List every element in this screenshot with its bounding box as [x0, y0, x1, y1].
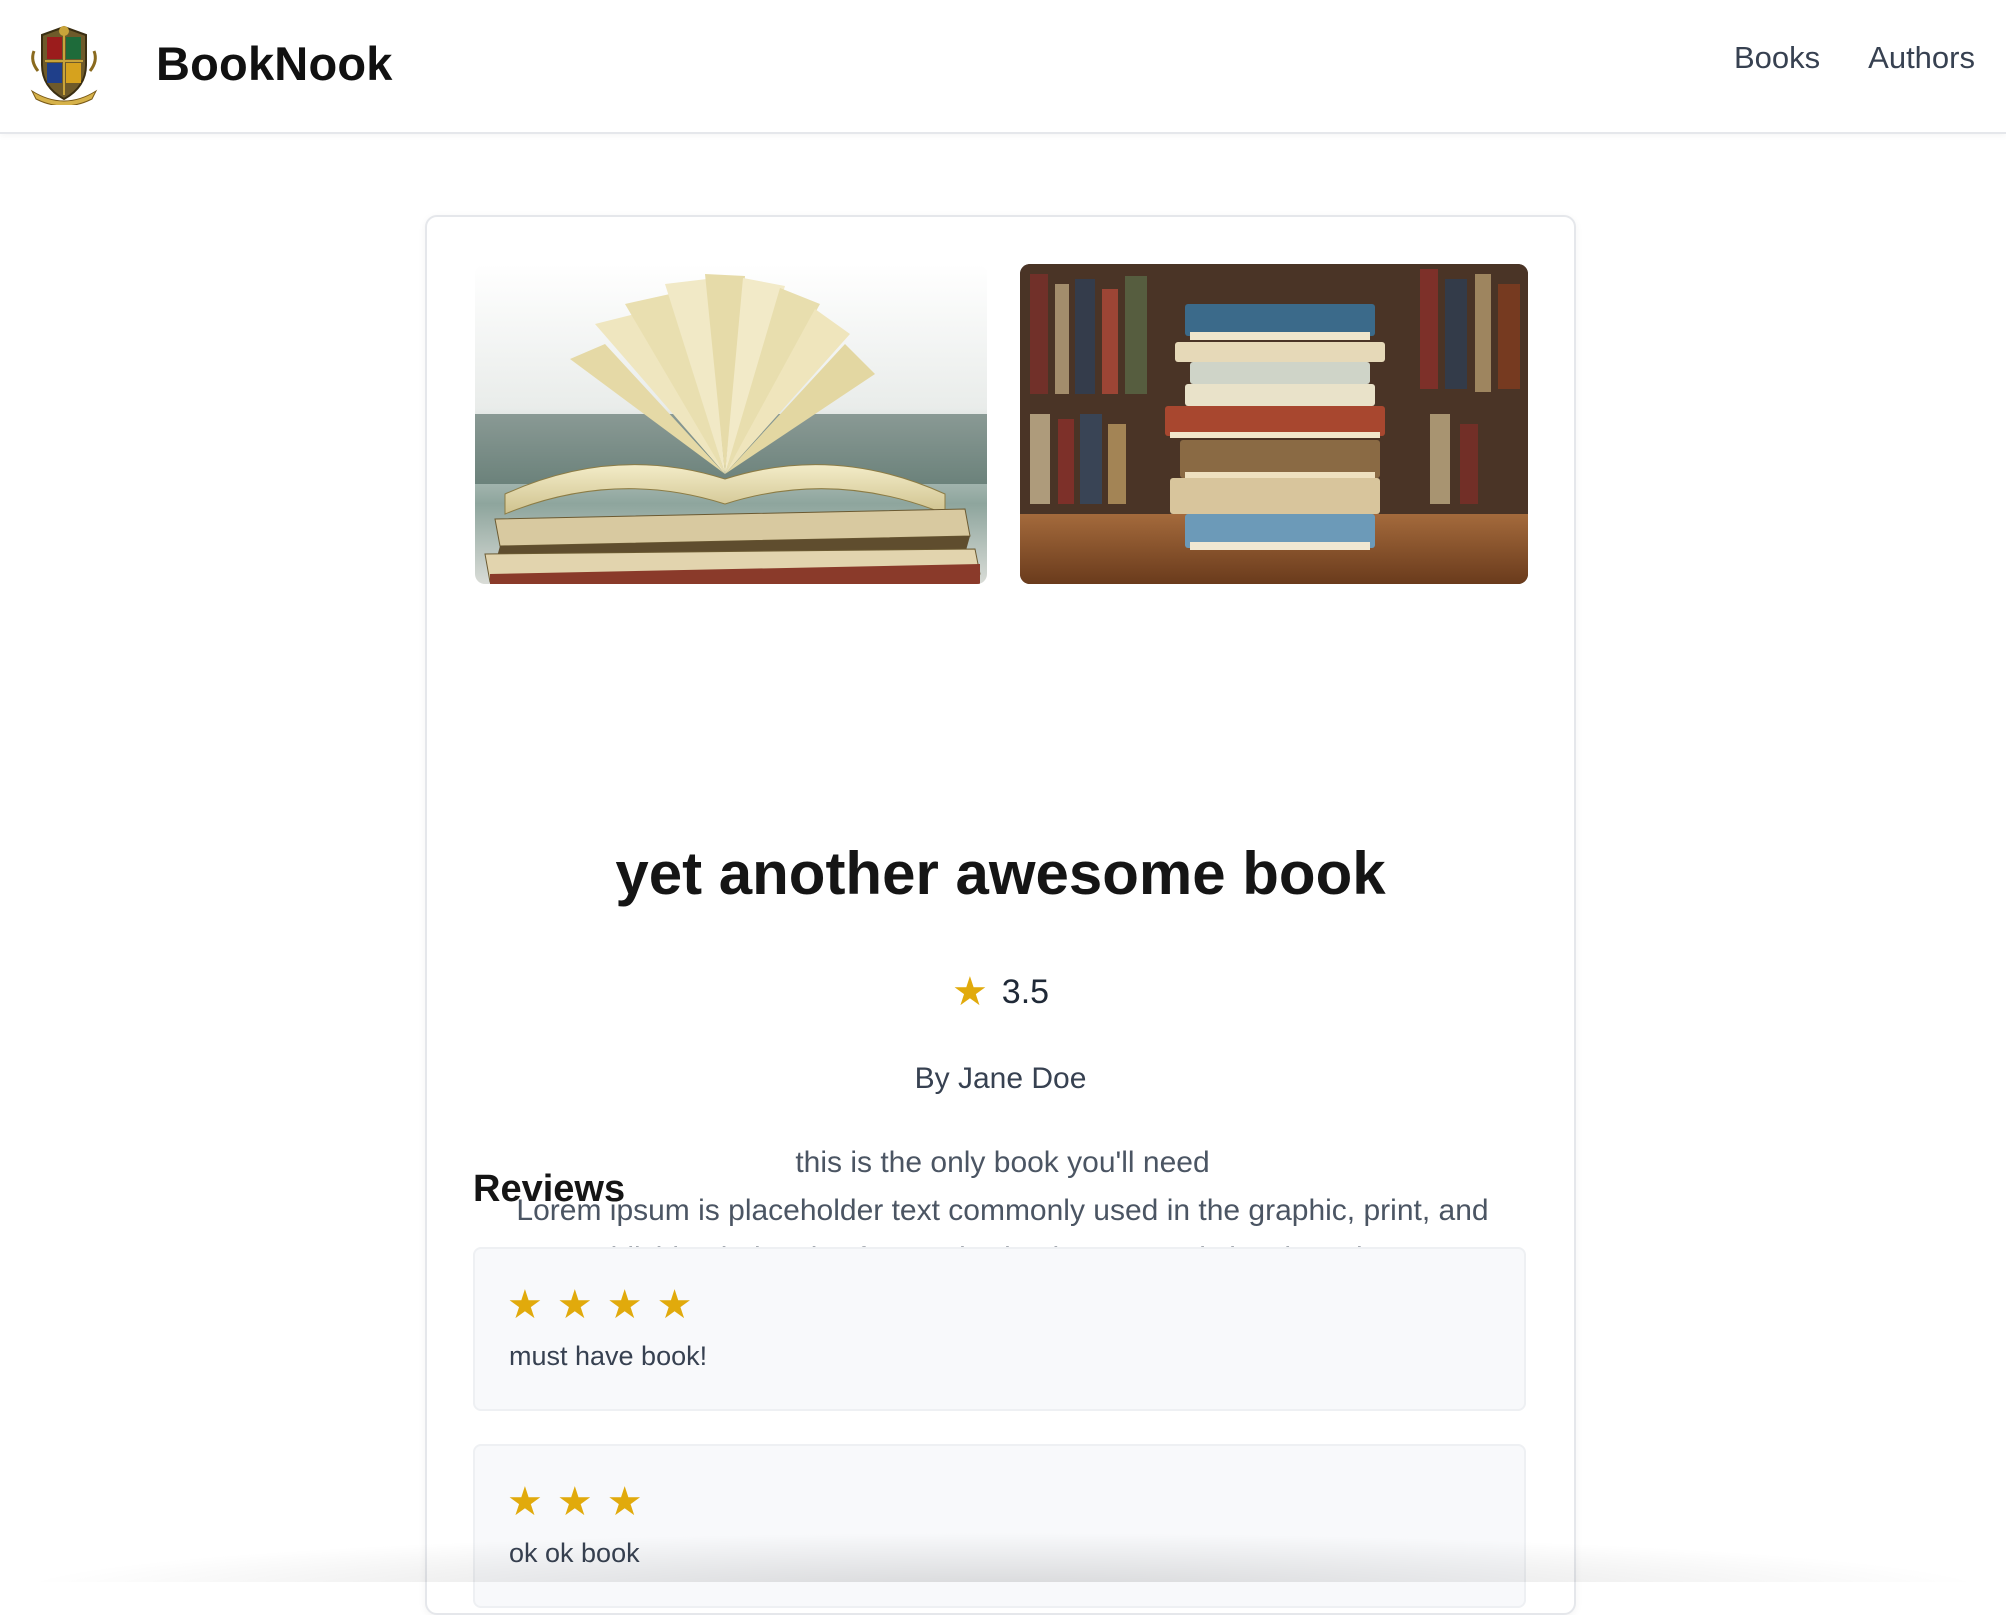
description-tagline: this is the only book you'll need — [795, 1146, 1210, 1179]
review-text: ok ok book — [509, 1538, 640, 1568]
brand-name: BookNook — [156, 36, 393, 90]
crest-logo-icon — [30, 25, 98, 105]
nav-books-link[interactable]: Books — [1734, 40, 1820, 76]
star-icon: ★ — [606, 1283, 643, 1327]
review-stars: ★ ★ ★ — [507, 1482, 643, 1522]
open-book-image — [475, 264, 987, 584]
review-card: ★ ★ ★ ★ must have book! — [473, 1247, 1526, 1411]
book-rating: ★ 3.5 — [427, 972, 1574, 1012]
star-icon: ★ — [507, 1480, 543, 1524]
main-nav: Books Authors — [1734, 40, 1975, 76]
star-icon: ★ — [951, 970, 988, 1014]
book-title-wrap: yet another awesome book — [427, 839, 1574, 908]
review-card: ★ ★ ★ ok ok book — [473, 1444, 1526, 1608]
book-author: By Jane Doe — [914, 1062, 1087, 1095]
book-title: yet another awesome book — [615, 840, 1386, 907]
reviews-heading: Reviews — [473, 1168, 626, 1210]
star-icon: ★ — [507, 1283, 543, 1327]
review-stars: ★ ★ ★ ★ — [507, 1285, 692, 1325]
star-icon: ★ — [656, 1283, 693, 1327]
book-stack-image — [1020, 264, 1528, 584]
nav-authors-link[interactable]: Authors — [1868, 40, 1975, 76]
book-images — [475, 264, 1528, 584]
brand[interactable]: BookNook — [28, 20, 393, 106]
top-navbar: BookNook Books Authors — [0, 0, 2006, 134]
review-text: must have book! — [509, 1341, 708, 1371]
star-icon: ★ — [556, 1480, 593, 1524]
star-icon: ★ — [556, 1283, 593, 1327]
star-icon: ★ — [606, 1480, 643, 1524]
rating-value: 3.5 — [1001, 972, 1050, 1011]
